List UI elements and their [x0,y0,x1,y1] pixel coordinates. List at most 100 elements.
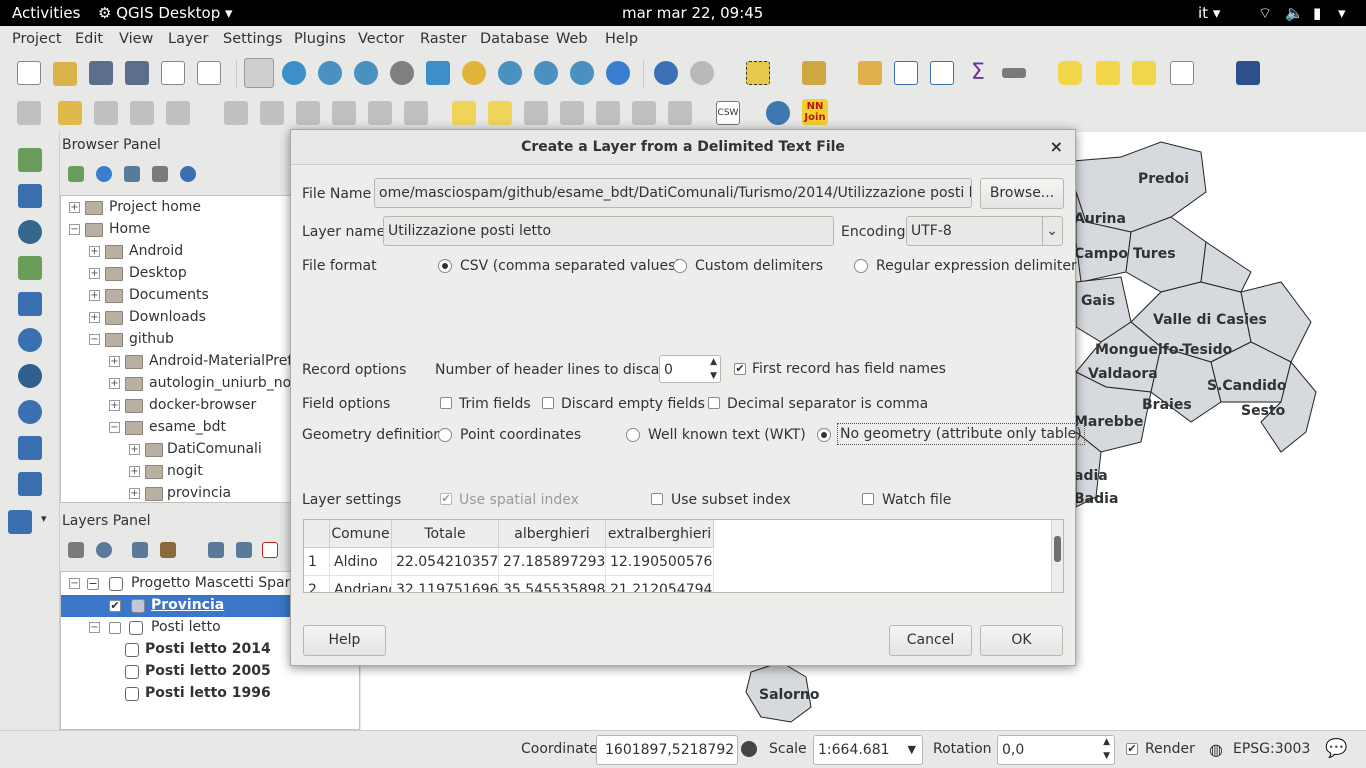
app-menu-button[interactable]: ⚙ QGIS Desktop ▾ [98,4,233,22]
add-feature-icon[interactable] [130,101,154,125]
language-indicator[interactable]: it ▾ [1198,4,1220,22]
pan-hand-icon[interactable] [244,58,274,88]
move-feature-icon[interactable] [224,101,248,125]
new-bookmark-icon[interactable] [1096,61,1120,85]
help-icon[interactable] [1236,61,1260,85]
wkt-label[interactable]: Well known text (WKT) [648,427,806,443]
add-virtual-layer-icon[interactable] [18,472,42,496]
wifi-icon[interactable]: ⌔ [1258,4,1272,23]
expand-all-icon[interactable] [208,542,224,558]
group-checkbox[interactable] [109,622,121,634]
properties-info-icon[interactable] [180,166,196,182]
show-hide-labels-icon[interactable] [560,101,584,125]
zoom-out-icon[interactable] [354,61,378,85]
collapse-icon[interactable]: − [109,422,120,433]
cut-icon[interactable] [332,101,356,125]
open-project-icon[interactable] [53,62,77,86]
add-spatialite-layer-icon[interactable] [18,256,42,280]
filter-expression-icon[interactable] [160,542,176,558]
rotate-label-icon[interactable] [632,101,656,125]
zoom-to-selection-icon[interactable] [462,61,486,85]
statistics-sigma-icon[interactable]: Σ [966,61,990,85]
expand-icon[interactable]: + [89,268,100,279]
subset-index-checkbox[interactable] [651,493,663,505]
open-layer-styling-icon[interactable] [68,542,84,558]
move-label-icon[interactable] [596,101,620,125]
header-lines-spinbox[interactable]: 0 ▲ ▼ [659,355,721,383]
group-checkbox[interactable]: − [87,578,99,590]
no-geometry-label[interactable]: No geometry (attribute only table) [837,423,1085,445]
menu-plugins[interactable]: Plugins [294,31,346,47]
attribute-table-icon[interactable] [894,61,918,85]
add-selected-layers-icon[interactable] [68,166,84,182]
expand-icon[interactable]: + [89,290,100,301]
collapse-icon[interactable]: − [89,334,100,345]
add-vector-layer-icon[interactable] [18,148,42,172]
add-raster-layer-icon[interactable] [18,184,42,208]
table-cell[interactable]: 22.0542103572 [392,548,499,576]
menu-view[interactable]: View [119,31,153,47]
filter-legend-icon[interactable] [132,542,148,558]
layer-posti-letto-1996[interactable]: Posti letto 1996 [61,683,359,705]
discard-empty-label[interactable]: Discard empty fields [561,396,705,412]
expand-icon[interactable]: + [109,356,120,367]
menu-edit[interactable]: Edit [75,31,103,47]
crs-label[interactable]: EPSG:3003 [1233,741,1310,757]
expand-icon[interactable]: + [109,378,120,389]
identify-icon[interactable] [654,61,678,85]
coordinate-field[interactable]: 1601897,5218792 [596,735,738,765]
custom-delimiters-label[interactable]: Custom delimiters [695,258,823,274]
battery-icon[interactable]: ▮ [1313,4,1321,22]
crs-globe-icon[interactable]: ◍ [1209,740,1223,759]
expand-icon[interactable]: + [69,202,80,213]
menu-settings[interactable]: Settings [223,31,282,47]
zoom-last-icon[interactable] [534,61,558,85]
add-ring-icon[interactable] [166,101,190,125]
change-label-icon[interactable] [668,101,692,125]
system-menu-chevron-down-icon[interactable]: ▾ [1338,4,1346,22]
measure-icon[interactable] [1002,68,1026,78]
close-icon[interactable]: × [1050,137,1063,156]
help-button[interactable]: Help [303,625,386,656]
cancel-button[interactable]: Cancel [889,625,972,656]
vertical-scrollbar[interactable] [1051,520,1063,592]
pan-to-selection-icon[interactable] [282,61,306,85]
spin-down-icon[interactable]: ▼ [710,362,717,382]
expand-icon[interactable]: + [129,444,140,455]
clock[interactable]: mar mar 22, 09:45 [622,4,763,22]
table-cell[interactable]: Andriano [330,576,392,592]
save-edits-icon[interactable] [94,101,118,125]
add-mssql-layer-icon[interactable] [18,292,42,316]
trim-fields-checkbox[interactable] [440,397,452,409]
spin-down-icon[interactable]: ▼ [1103,742,1110,764]
table-header[interactable]: Totale [392,520,499,548]
decimal-comma-label[interactable]: Decimal separator is comma [727,396,928,412]
add-wms-layer-icon[interactable] [18,328,42,352]
watch-file-label[interactable]: Watch file [882,492,951,508]
browse-button[interactable]: Browse... [980,178,1064,209]
table-header[interactable]: Comune [330,520,392,548]
remove-layer-icon[interactable] [262,542,278,558]
table-cell[interactable]: 27.1858972936 [499,548,606,576]
layer-checkbox[interactable]: ✔ [109,600,121,612]
copy-icon[interactable] [368,101,392,125]
new-project-icon[interactable] [17,61,41,85]
collapse-icon[interactable]: − [69,224,80,235]
regex-delimiter-radio[interactable] [854,259,868,273]
label-style-icon[interactable] [488,101,512,125]
refresh-icon[interactable] [606,61,630,85]
encoding-select[interactable]: UTF-8 ⌄ [906,216,1063,246]
ok-button[interactable]: OK [980,625,1063,656]
show-bookmarks-icon[interactable] [1132,61,1156,85]
csv-radio[interactable] [438,259,452,273]
messages-icon[interactable]: 💬 [1325,738,1347,759]
point-coordinates-radio[interactable] [438,428,452,442]
watch-file-checkbox[interactable] [862,493,874,505]
wkt-radio[interactable] [626,428,640,442]
no-geometry-radio[interactable] [817,428,831,442]
table-cell[interactable]: 21.2120547945 [606,576,714,592]
paste-icon[interactable] [404,101,428,125]
subset-index-label[interactable]: Use subset index [671,492,791,508]
first-record-label[interactable]: First record has field names [752,361,946,377]
run-action-icon[interactable] [690,61,714,85]
